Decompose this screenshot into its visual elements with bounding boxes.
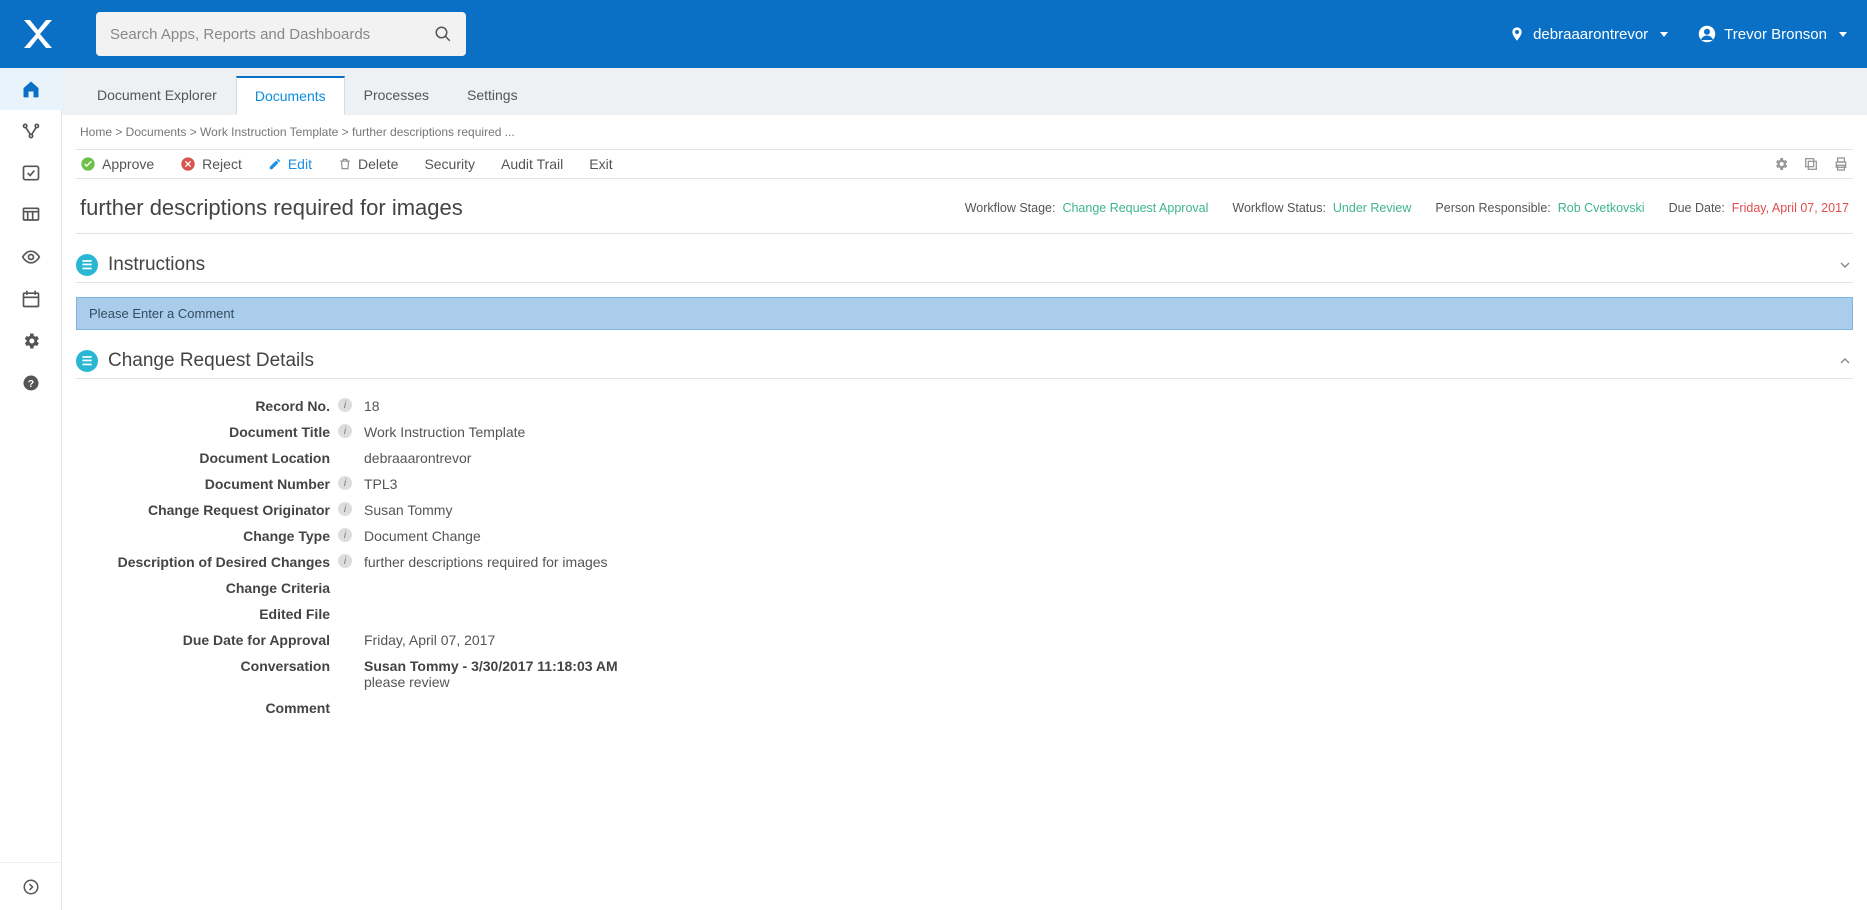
collapse-toggle[interactable]	[1837, 353, 1853, 369]
global-search[interactable]	[96, 12, 466, 56]
location-selector[interactable]: debraaarontrevor	[1509, 26, 1668, 43]
details-form: Record No.i 18 Document Titlei Work Inst…	[76, 379, 1853, 721]
conversation-entry: Susan Tommy - 3/30/2017 11:18:03 AM	[364, 658, 618, 674]
audit-trail-button[interactable]: Audit Trail	[501, 156, 563, 172]
user-name: Trevor Bronson	[1724, 26, 1827, 43]
title-bar: further descriptions required for images…	[76, 179, 1853, 234]
nav-dashboards[interactable]	[0, 194, 62, 236]
location-pin-icon	[1509, 26, 1525, 42]
exit-button[interactable]: Exit	[589, 156, 612, 172]
security-button[interactable]: Security	[424, 156, 475, 172]
section-details-header: ☰ Change Request Details	[76, 330, 1853, 379]
field-document-title: Document Titlei Work Instruction Templat…	[76, 419, 1853, 445]
field-change-criteria: Change Criteria	[76, 575, 1853, 601]
info-icon[interactable]: i	[338, 424, 352, 438]
user-avatar-icon	[1698, 25, 1716, 43]
info-icon[interactable]: i	[338, 528, 352, 542]
trash-icon	[338, 157, 352, 171]
tab-document-explorer[interactable]: Document Explorer	[78, 76, 236, 115]
workflow-stage-value: Change Request Approval	[1062, 201, 1208, 215]
gear-icon[interactable]	[1773, 156, 1789, 172]
nav-home[interactable]	[0, 68, 62, 110]
field-document-location: Document Location debraaarontrevor	[76, 445, 1853, 471]
field-document-number: Document Numberi TPL3	[76, 471, 1853, 497]
print-icon[interactable]	[1833, 156, 1849, 172]
location-name: debraaarontrevor	[1533, 26, 1648, 43]
reject-button[interactable]: Reject	[180, 156, 242, 172]
tab-bar: Document Explorer Documents Processes Se…	[62, 68, 1867, 115]
due-date-value: Friday, April 07, 2017	[1732, 201, 1849, 215]
field-edited-file: Edited File	[76, 601, 1853, 627]
collapse-toggle[interactable]	[1837, 257, 1853, 273]
info-icon[interactable]: i	[338, 554, 352, 568]
nav-settings[interactable]	[0, 320, 62, 362]
app-logo[interactable]	[20, 16, 56, 52]
top-header: debraaarontrevor Trevor Bronson	[0, 0, 1867, 68]
tab-settings[interactable]: Settings	[448, 76, 537, 115]
section-instructions-title: Instructions	[108, 254, 1837, 276]
action-toolbar: Approve Reject Edit Delete Security Audi…	[76, 149, 1853, 179]
tab-documents[interactable]: Documents	[236, 76, 345, 115]
workflow-status-strip: Workflow Stage: Change Request Approval …	[965, 201, 1849, 215]
field-originator: Change Request Originatori Susan Tommy	[76, 497, 1853, 523]
nav-watch[interactable]	[0, 236, 62, 278]
section-instructions-header: ☰ Instructions	[76, 234, 1853, 283]
approve-button[interactable]: Approve	[80, 156, 154, 172]
person-responsible-value: Rob Cvetkovski	[1558, 201, 1645, 215]
approve-icon	[80, 156, 96, 172]
pencil-icon	[268, 157, 282, 171]
section-icon: ☰	[76, 254, 98, 276]
reject-icon	[180, 156, 196, 172]
info-icon[interactable]: i	[338, 476, 352, 490]
nav-tasks[interactable]	[0, 152, 62, 194]
search-input[interactable]	[110, 26, 434, 43]
field-record-no: Record No.i 18	[76, 393, 1853, 419]
main-panel: Document Explorer Documents Processes Se…	[62, 68, 1867, 910]
chevron-down-icon	[1660, 32, 1668, 37]
chevron-down-icon	[1839, 32, 1847, 37]
field-change-type: Change Typei Document Change	[76, 523, 1853, 549]
user-menu[interactable]: Trevor Bronson	[1698, 25, 1847, 43]
field-comment: Comment	[76, 695, 1853, 721]
svg-text:?: ?	[27, 378, 33, 390]
left-sidebar: ?	[0, 68, 62, 910]
nav-help[interactable]: ?	[0, 362, 62, 404]
field-desired-changes: Description of Desired Changesi further …	[76, 549, 1853, 575]
nav-workflow[interactable]	[0, 110, 62, 152]
breadcrumb[interactable]: Home > Documents > Work Instruction Temp…	[76, 115, 1853, 149]
info-icon[interactable]: i	[338, 502, 352, 516]
section-icon: ☰	[76, 350, 98, 372]
workflow-status-value: Under Review	[1333, 201, 1412, 215]
conversation-text: please review	[364, 674, 618, 690]
info-icon[interactable]: i	[338, 398, 352, 412]
tab-processes[interactable]: Processes	[345, 76, 448, 115]
field-due-date-approval: Due Date for Approval Friday, April 07, …	[76, 627, 1853, 653]
search-icon[interactable]	[434, 25, 452, 43]
edit-button[interactable]: Edit	[268, 156, 312, 172]
page-title: further descriptions required for images	[80, 195, 463, 221]
nav-calendar[interactable]	[0, 278, 62, 320]
copy-icon[interactable]	[1803, 156, 1819, 172]
delete-button[interactable]: Delete	[338, 156, 398, 172]
field-conversation: Conversation Susan Tommy - 3/30/2017 11:…	[76, 653, 1853, 695]
section-details-title: Change Request Details	[108, 350, 1837, 372]
nav-expand[interactable]	[0, 862, 62, 910]
comment-banner[interactable]: Please Enter a Comment	[76, 297, 1853, 330]
